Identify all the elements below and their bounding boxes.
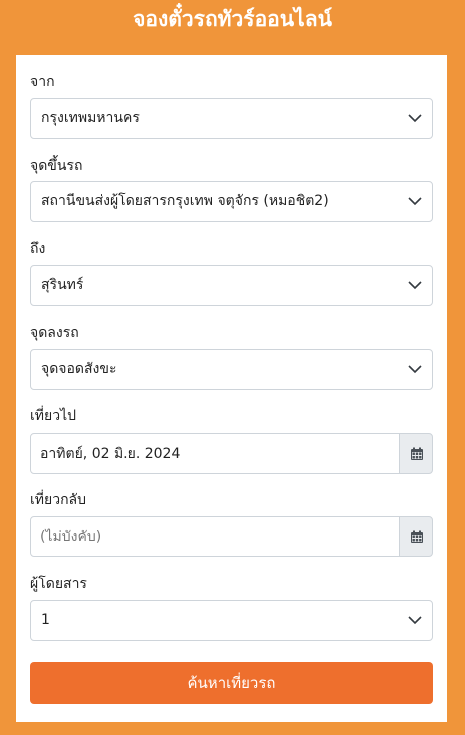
chevron-down-icon — [408, 114, 422, 123]
to-label: ถึง — [30, 241, 46, 257]
return-date-group — [30, 516, 433, 557]
pickup-select[interactable]: สถานีขนส่งผู้โดยสารกรุงเทพ จตุจักร (หมอช… — [30, 181, 433, 222]
chevron-down-icon — [408, 197, 422, 206]
from-select[interactable]: กรุงเทพมหานคร — [30, 98, 433, 139]
chevron-down-icon — [408, 281, 422, 290]
depart-calendar-button[interactable] — [399, 433, 433, 474]
return-date-input[interactable] — [30, 516, 400, 557]
calendar-icon — [411, 447, 423, 460]
depart-date-group — [30, 433, 433, 474]
pickup-select-value: สถานีขนส่งผู้โดยสารกรุงเทพ จตุจักร (หมอช… — [41, 193, 329, 209]
search-trips-button[interactable]: ค้นหาเที่ยวรถ — [30, 662, 433, 704]
return-label: เที่ยวกลับ — [30, 492, 87, 508]
chevron-down-icon — [408, 365, 422, 374]
pickup-label: จุดขึ้นรถ — [30, 158, 83, 174]
page-title: จองตั๋วรถทัวร์ออนไลน์ — [133, 7, 332, 31]
chevron-down-icon — [408, 616, 422, 625]
calendar-icon — [411, 530, 423, 543]
depart-date-input[interactable] — [30, 433, 400, 474]
dropoff-label: จุดลงรถ — [30, 325, 79, 341]
to-select[interactable]: สุรินทร์ — [30, 265, 433, 306]
return-calendar-button[interactable] — [399, 516, 433, 557]
to-select-value: สุรินทร์ — [41, 277, 84, 293]
dropoff-select-value: จุดจอดสังขะ — [41, 361, 117, 377]
from-select-value: กรุงเทพมหานคร — [41, 110, 140, 126]
passengers-select[interactable]: 1 — [30, 600, 433, 641]
passengers-select-value: 1 — [41, 612, 50, 628]
depart-label: เที่ยวไป — [30, 408, 77, 424]
dropoff-select[interactable]: จุดจอดสังขะ — [30, 349, 433, 390]
from-label: จาก — [30, 74, 55, 90]
booking-form: จาก กรุงเทพมหานคร จุดขึ้นรถ สถานีขนส่งผู… — [16, 55, 447, 722]
passengers-label: ผู้โดยสาร — [30, 576, 87, 592]
